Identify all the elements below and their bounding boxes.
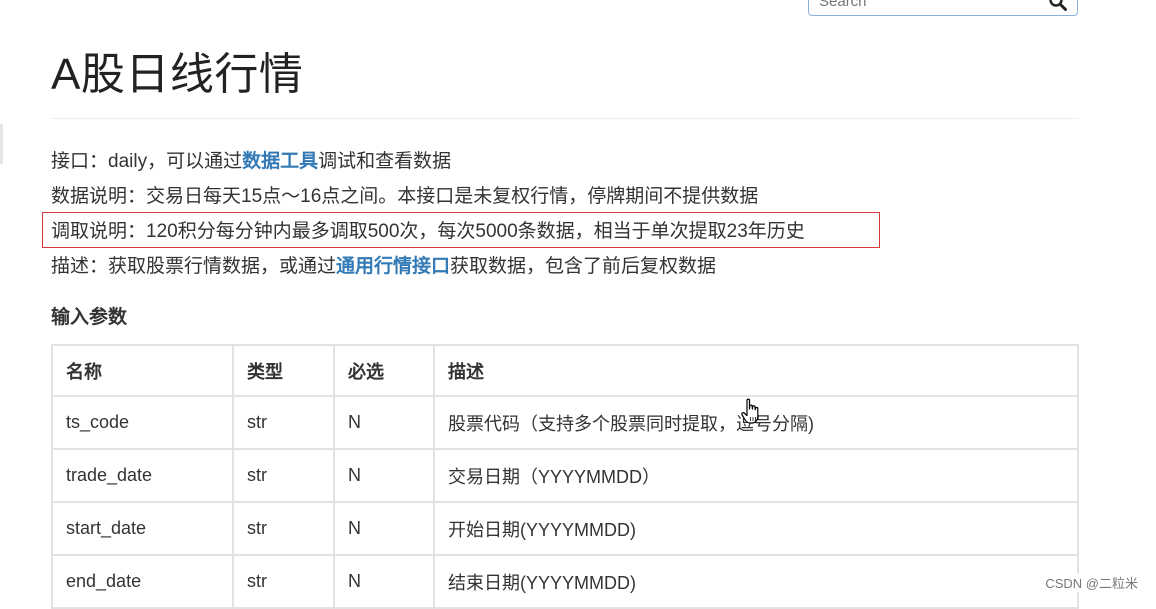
interface-text-suffix: 调试和查看数据	[318, 151, 452, 172]
interface-text: 接口：daily，可以通过	[51, 151, 243, 172]
param-type-cell: str	[232, 448, 335, 503]
csdn-watermark: CSDN @二粒米	[1043, 573, 1140, 592]
title-divider	[51, 118, 1079, 119]
param-name-cell: end_date	[51, 554, 234, 609]
param-name-cell: trade_date	[51, 448, 234, 503]
table-header-row: 名称 类型 必选 描述	[51, 344, 1079, 397]
data-description-line: 数据说明：交易日每天15点～16点之间。本接口是未复权行情，停牌期间不提供数据	[51, 186, 759, 207]
param-type-cell: str	[232, 554, 335, 609]
param-description-cell: 开始日期(YYYYMMDD)	[433, 501, 1079, 556]
param-required-cell: N	[333, 395, 435, 450]
description-line: 描述：获取股票行情数据，或通过通用行情接口获取数据，包含了前后复权数据	[51, 255, 716, 279]
page-title: A股日线行情	[51, 50, 304, 99]
input-params-heading: 输入参数	[51, 307, 128, 328]
description-text-suffix: 获取数据，包含了前后复权数据	[450, 256, 717, 277]
param-type-cell: str	[232, 395, 335, 450]
data-tool-link[interactable]: 数据工具	[242, 151, 318, 172]
table-row: ts_code str N 股票代码（支持多个股票同时提取，逗号分隔)	[51, 395, 1079, 450]
left-edge-marker	[0, 124, 3, 164]
param-required-cell: N	[333, 501, 435, 556]
param-name-cell: ts_code	[51, 395, 234, 450]
column-header-description: 描述	[433, 344, 1079, 397]
column-header-name: 名称	[51, 344, 234, 397]
table-row: end_date str N 结束日期(YYYYMMDD)	[51, 554, 1079, 609]
table-row: start_date str N 开始日期(YYYYMMDD)	[51, 501, 1079, 556]
search-box[interactable]	[808, 0, 1078, 16]
column-header-type: 类型	[232, 344, 335, 397]
hand-cursor-icon	[741, 398, 759, 424]
param-description-cell: 交易日期（YYYYMMDD）	[433, 448, 1079, 503]
input-params-table: 名称 类型 必选 描述 ts_code str N 股票代码（支持多个股票同时提…	[51, 344, 1079, 609]
param-required-cell: N	[333, 554, 435, 609]
description-text: 描述：获取股票行情数据，或通过	[51, 256, 337, 277]
param-description-cell: 结束日期(YYYYMMDD)	[433, 554, 1079, 609]
search-input[interactable]	[809, 0, 1059, 15]
param-name-cell: start_date	[51, 501, 234, 556]
param-type-cell: str	[232, 501, 335, 556]
call-limit-line: 调取说明：120积分每分钟内最多调取500次，每次5000条数据，相当于单次提取…	[51, 221, 805, 242]
search-icon[interactable]	[1049, 0, 1067, 11]
table-row: trade_date str N 交易日期（YYYYMMDD）	[51, 448, 1079, 503]
param-required-cell: N	[333, 448, 435, 503]
column-header-required: 必选	[333, 344, 435, 397]
interface-line: 接口：daily，可以通过数据工具调试和查看数据	[51, 150, 451, 174]
general-quote-api-link[interactable]: 通用行情接口	[336, 256, 450, 277]
